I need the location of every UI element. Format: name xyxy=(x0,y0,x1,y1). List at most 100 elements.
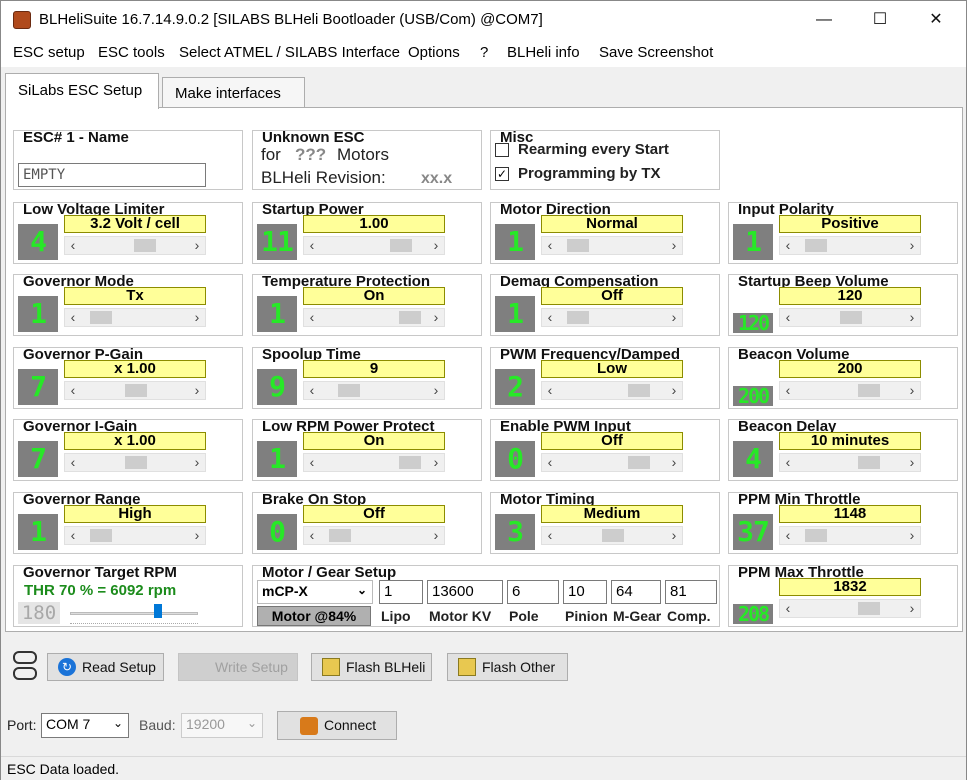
chevron-right-icon[interactable]: › xyxy=(189,237,205,254)
chevron-right-icon[interactable]: › xyxy=(189,454,205,471)
close-button[interactable]: ✕ xyxy=(913,1,959,39)
chevron-right-icon[interactable]: › xyxy=(666,454,682,471)
chevron-left-icon[interactable]: ‹ xyxy=(780,237,796,254)
scrollbar-thumb[interactable] xyxy=(134,239,156,252)
motor-button[interactable]: Motor @84% xyxy=(257,606,371,626)
param-scrollbar[interactable]: ‹ › xyxy=(541,453,683,472)
chevron-left-icon[interactable]: ‹ xyxy=(780,527,796,544)
chevron-right-icon[interactable]: › xyxy=(189,527,205,544)
flash-blheli-button[interactable]: Flash BLHeli xyxy=(311,653,432,681)
chevron-left-icon[interactable]: ‹ xyxy=(304,309,320,326)
chevron-right-icon[interactable]: › xyxy=(189,309,205,326)
chevron-right-icon[interactable]: › xyxy=(904,309,920,326)
read-setup-button[interactable]: ↻ Read Setup xyxy=(47,653,164,681)
param-scrollbar[interactable]: ‹ › xyxy=(303,526,445,545)
chevron-right-icon[interactable]: › xyxy=(428,527,444,544)
chevron-left-icon[interactable]: ‹ xyxy=(542,454,558,471)
scrollbar-thumb[interactable] xyxy=(390,239,412,252)
param-scrollbar[interactable]: ‹ › xyxy=(541,236,683,255)
chevron-right-icon[interactable]: › xyxy=(428,237,444,254)
motor-gear-input[interactable]: 10 xyxy=(563,580,607,604)
param-scrollbar[interactable]: ‹ › xyxy=(303,308,445,327)
chevron-right-icon[interactable]: › xyxy=(428,454,444,471)
chevron-left-icon[interactable]: ‹ xyxy=(65,237,81,254)
chevron-right-icon[interactable]: › xyxy=(428,309,444,326)
menu-esc-setup[interactable]: ESC setup xyxy=(13,44,85,61)
param-scrollbar[interactable]: ‹ › xyxy=(541,308,683,327)
chevron-left-icon[interactable]: ‹ xyxy=(65,309,81,326)
target-rpm-slider[interactable] xyxy=(70,612,198,615)
param-scrollbar[interactable]: ‹ › xyxy=(64,526,206,545)
scrollbar-thumb[interactable] xyxy=(90,529,112,542)
param-scrollbar[interactable]: ‹ › xyxy=(541,526,683,545)
param-scrollbar[interactable]: ‹ › xyxy=(779,453,921,472)
chevron-left-icon[interactable]: ‹ xyxy=(304,527,320,544)
scrollbar-thumb[interactable] xyxy=(90,311,112,324)
scrollbar-thumb[interactable] xyxy=(602,529,624,542)
param-scrollbar[interactable]: ‹ › xyxy=(64,453,206,472)
chevron-right-icon[interactable]: › xyxy=(904,600,920,617)
baud-select[interactable]: 19200 ⌄ xyxy=(181,713,263,738)
chevron-right-icon[interactable]: › xyxy=(904,527,920,544)
menu-options[interactable]: Options xyxy=(408,44,460,61)
menu-esc-tools[interactable]: ESC tools xyxy=(98,44,165,61)
chevron-right-icon[interactable]: › xyxy=(904,237,920,254)
chevron-left-icon[interactable]: ‹ xyxy=(542,237,558,254)
chevron-right-icon[interactable]: › xyxy=(428,382,444,399)
scrollbar-thumb[interactable] xyxy=(125,384,147,397)
minimize-button[interactable]: — xyxy=(801,1,847,39)
scrollbar-thumb[interactable] xyxy=(628,384,650,397)
motor-gear-input[interactable]: 64 xyxy=(611,580,661,604)
target-rpm-thumb[interactable] xyxy=(154,604,162,618)
motor-gear-input[interactable]: 6 xyxy=(507,580,559,604)
param-scrollbar[interactable]: ‹ › xyxy=(779,308,921,327)
chevron-right-icon[interactable]: › xyxy=(666,527,682,544)
rearming-checkbox[interactable] xyxy=(495,143,509,157)
scrollbar-thumb[interactable] xyxy=(567,311,589,324)
port-select[interactable]: COM 7 ⌄ xyxy=(41,713,129,738)
param-scrollbar[interactable]: ‹ › xyxy=(303,236,445,255)
chevron-left-icon[interactable]: ‹ xyxy=(542,309,558,326)
chevron-left-icon[interactable]: ‹ xyxy=(542,382,558,399)
motor-gear-input[interactable]: 81 xyxy=(665,580,717,604)
scrollbar-thumb[interactable] xyxy=(805,239,827,252)
param-scrollbar[interactable]: ‹ › xyxy=(64,381,206,400)
chevron-right-icon[interactable]: › xyxy=(189,382,205,399)
scrollbar-thumb[interactable] xyxy=(840,311,862,324)
chevron-right-icon[interactable]: › xyxy=(904,454,920,471)
scrollbar-thumb[interactable] xyxy=(567,239,589,252)
menu-blheli-info[interactable]: BLHeli info xyxy=(507,44,580,61)
scrollbar-thumb[interactable] xyxy=(805,529,827,542)
param-scrollbar[interactable]: ‹ › xyxy=(779,381,921,400)
menu-help[interactable]: ? xyxy=(480,44,488,61)
param-scrollbar[interactable]: ‹ › xyxy=(64,308,206,327)
scrollbar-thumb[interactable] xyxy=(858,456,880,469)
chevron-left-icon[interactable]: ‹ xyxy=(780,309,796,326)
chevron-left-icon[interactable]: ‹ xyxy=(780,454,796,471)
chevron-left-icon[interactable]: ‹ xyxy=(304,454,320,471)
scrollbar-thumb[interactable] xyxy=(858,602,880,615)
param-scrollbar[interactable]: ‹ › xyxy=(64,236,206,255)
param-scrollbar[interactable]: ‹ › xyxy=(303,453,445,472)
tab-silabs-esc-setup[interactable]: SiLabs ESC Setup xyxy=(5,73,159,109)
scrollbar-thumb[interactable] xyxy=(399,456,421,469)
scrollbar-thumb[interactable] xyxy=(338,384,360,397)
maximize-button[interactable]: ☐ xyxy=(857,1,903,39)
chevron-left-icon[interactable]: ‹ xyxy=(65,527,81,544)
chevron-right-icon[interactable]: › xyxy=(666,382,682,399)
chevron-left-icon[interactable]: ‹ xyxy=(304,237,320,254)
menu-select-interface[interactable]: Select ATMEL / SILABS Interface xyxy=(179,44,400,61)
param-scrollbar[interactable]: ‹ › xyxy=(779,236,921,255)
scrollbar-thumb[interactable] xyxy=(858,384,880,397)
chevron-left-icon[interactable]: ‹ xyxy=(304,382,320,399)
scrollbar-thumb[interactable] xyxy=(399,311,421,324)
param-scrollbar[interactable]: ‹ › xyxy=(779,599,921,618)
chevron-left-icon[interactable]: ‹ xyxy=(780,382,796,399)
chevron-right-icon[interactable]: › xyxy=(904,382,920,399)
chevron-left-icon[interactable]: ‹ xyxy=(65,454,81,471)
param-scrollbar[interactable]: ‹ › xyxy=(303,381,445,400)
param-scrollbar[interactable]: ‹ › xyxy=(541,381,683,400)
chevron-left-icon[interactable]: ‹ xyxy=(65,382,81,399)
chevron-left-icon[interactable]: ‹ xyxy=(780,600,796,617)
chevron-left-icon[interactable]: ‹ xyxy=(542,527,558,544)
